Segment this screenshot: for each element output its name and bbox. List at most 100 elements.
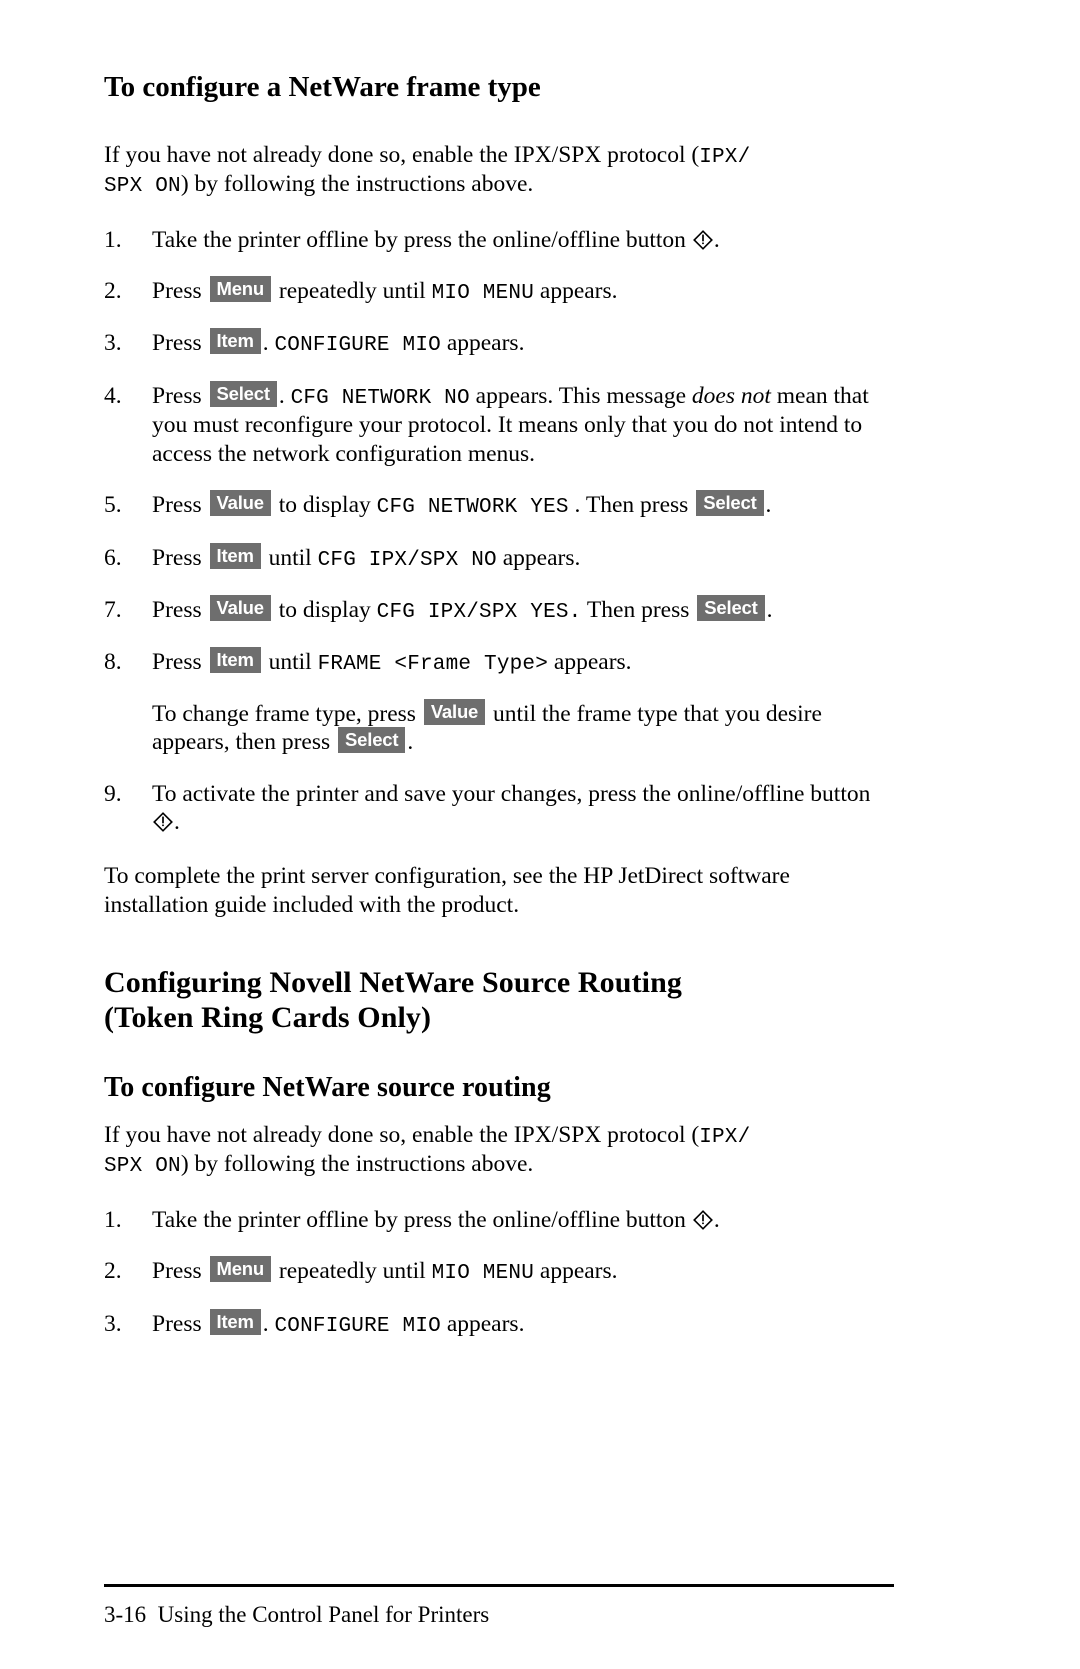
step-text: To activate the printer and save your ch… xyxy=(152,780,871,807)
step-item: 3. Press Item. CONFIGURE MIO appears. xyxy=(104,328,894,358)
step-text: appears. xyxy=(440,330,525,357)
intro-mono-ipx: IPX/ xyxy=(699,145,751,169)
control-panel-key-value[interactable]: Value xyxy=(209,594,271,621)
step-item: 1. Take the printer offline by press the … xyxy=(104,226,894,254)
step-number: 6. xyxy=(104,544,122,571)
control-panel-key-select[interactable]: Select xyxy=(209,380,277,407)
step-body: Press Item until FRAME <Frame Type> appe… xyxy=(152,647,632,677)
intro-mono-ipx: IPX/ xyxy=(699,1126,751,1150)
intro-text-part1: If you have not already done so, enable … xyxy=(104,1122,700,1149)
step-number: 3. xyxy=(104,330,122,357)
section-heading-configure-netware-frame-type: To configure a NetWare frame type xyxy=(104,71,541,104)
section2-steps-list: 1. Take the printer offline by press the … xyxy=(104,1206,894,1339)
step-text: Take the printer offline by press the on… xyxy=(152,226,692,253)
lcd-message-text: CFG IPX/SPX YES. xyxy=(376,600,582,624)
footer-label: 3-16 Using the Control Panel for Printer… xyxy=(104,1601,894,1629)
step-item: 3. Press Item. CONFIGURE MIO appears. xyxy=(104,1308,894,1339)
lcd-message-text: CONFIGURE MIO xyxy=(274,1314,441,1338)
control-panel-key-item[interactable]: Item xyxy=(209,647,261,674)
step-number: 7. xyxy=(104,596,122,623)
section-heading-line1: Configuring Novell NetWare Source Routin… xyxy=(104,966,682,1000)
step-text: until xyxy=(262,544,318,571)
section1-closing-paragraph: To complete the print server configurati… xyxy=(104,863,790,918)
intro-text-part1: If you have not already done so, enable … xyxy=(104,141,700,168)
step-number: 2. xyxy=(104,278,122,305)
lcd-message-text: CFG NETWORK NO xyxy=(290,386,470,410)
step-text: Press xyxy=(152,649,208,676)
control-panel-key-menu[interactable]: Menu xyxy=(209,1256,272,1283)
footer-divider xyxy=(104,1584,894,1587)
step-item: 6. Press Item until CFG IPX/SPX NO appear… xyxy=(104,542,894,573)
step-text: Then press xyxy=(581,596,696,623)
control-panel-key-menu[interactable]: Menu xyxy=(209,276,272,303)
step-text: . xyxy=(278,382,291,409)
control-panel-key-select[interactable]: Select xyxy=(696,490,764,517)
step-text: to display xyxy=(272,492,377,519)
step-item: 1. Take the printer offline by press the … xyxy=(104,1206,894,1234)
step-text: Press xyxy=(152,492,208,519)
step-body: Take the printer offline by press the on… xyxy=(152,1207,720,1233)
step-body: Press Item. CONFIGURE MIO appears. xyxy=(152,328,525,357)
step-text: to display xyxy=(272,596,377,623)
step-text: appears. xyxy=(440,1310,525,1337)
section-heading-line2: (Token Ring Cards Only) xyxy=(104,1001,432,1035)
document-page: To configure a NetWare frame type If you… xyxy=(0,0,1080,1669)
step-text: Press xyxy=(152,544,208,571)
step-body: Press Item until CFG IPX/SPX NO appears. xyxy=(152,542,581,572)
step-body: Press Menu repeatedly until MIO MENU app… xyxy=(152,276,618,306)
lcd-message-text: CFG IPX/SPX NO xyxy=(317,548,497,572)
step-item: 9. To activate the printer and save your … xyxy=(104,780,894,837)
control-panel-key-value[interactable]: Value xyxy=(423,698,486,725)
lcd-message-text: MIO MENU xyxy=(431,282,535,306)
step-body: Take the printer offline by press the on… xyxy=(152,227,720,253)
step-item: 4. Press Select. CFG NETWORK NO appears. … xyxy=(104,380,894,468)
step-number: 5. xyxy=(104,492,122,519)
step-text: Press xyxy=(152,330,208,357)
step-text: repeatedly until xyxy=(273,278,432,305)
step-number: 9. xyxy=(104,780,122,807)
step-text: Press xyxy=(152,1310,208,1337)
step-item: 5. Press Value to display CFG NETWORK YES… xyxy=(104,490,894,520)
step-body: Press Value to display CFG NETWORK YES .… xyxy=(152,490,772,520)
step-body: Press Item. CONFIGURE MIO appears. xyxy=(152,1308,525,1338)
control-panel-key-item[interactable]: Item xyxy=(209,1308,261,1335)
diamond-online-offline-icon xyxy=(692,229,713,250)
section1-steps-list: 1. Take the printer offline by press the … xyxy=(104,226,894,837)
step-substep-paragraph: To change frame type, press Value until … xyxy=(152,698,894,757)
lcd-message-text: FRAME <Frame Type> xyxy=(317,653,549,677)
step-body: To activate the printer and save your ch… xyxy=(152,781,870,835)
step-item: 7. Press Value to display CFG IPX/SPX YES… xyxy=(104,594,894,625)
step-body: Press Menu repeatedly until MIO MENU app… xyxy=(152,1256,618,1286)
step-number: 3. xyxy=(104,1310,122,1337)
step-text: . xyxy=(174,809,180,836)
step-text: . xyxy=(765,492,772,519)
step-number: 8. xyxy=(104,649,122,676)
step-text: appears. xyxy=(548,649,632,676)
control-panel-key-item[interactable]: Item xyxy=(209,542,261,569)
step-text: appears. xyxy=(496,544,581,571)
step-text: . xyxy=(262,330,275,357)
step-body: Press Select. CFG NETWORK NO appears. Th… xyxy=(152,380,869,467)
intro-text-part2: ) by following the instructions above. xyxy=(180,1151,534,1178)
intro-text-part2: ) by following the instructions above. xyxy=(180,171,534,198)
lcd-message-text: MIO MENU xyxy=(431,1262,535,1286)
step-text: . xyxy=(262,1310,275,1337)
control-panel-key-item[interactable]: Item xyxy=(209,328,261,355)
control-panel-key-select[interactable]: Select xyxy=(697,594,765,621)
step-text: Take the printer offline by press the on… xyxy=(152,1206,692,1233)
step-number: 2. xyxy=(104,1258,122,1285)
lcd-message-text: CFG NETWORK YES xyxy=(376,496,569,520)
diamond-online-offline-icon xyxy=(692,1209,713,1230)
control-panel-key-select[interactable]: Select xyxy=(338,727,406,754)
control-panel-key-value[interactable]: Value xyxy=(209,490,271,517)
step-text: Press xyxy=(152,1258,208,1285)
section1-intro-paragraph: If you have not already done so, enable … xyxy=(104,141,894,200)
step-text: . xyxy=(766,596,773,623)
